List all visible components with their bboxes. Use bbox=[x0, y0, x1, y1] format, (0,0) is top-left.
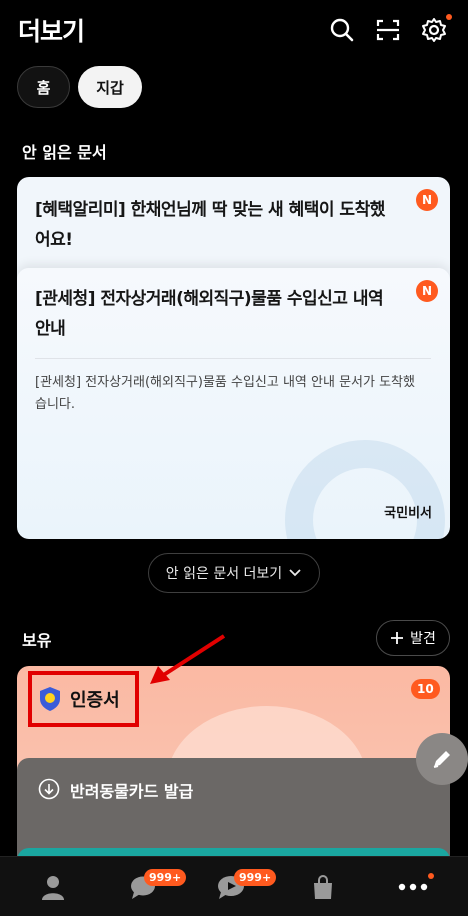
new-badge: N bbox=[416, 280, 438, 302]
holdings-section-title: 보유 bbox=[22, 631, 52, 650]
discover-label: 발견 bbox=[410, 631, 436, 647]
more-notification-dot bbox=[428, 873, 434, 879]
customs-card-body: [관세청] 전자상거래(해외직구)물품 수입신고 내역 안내 문서가 도착했습니… bbox=[35, 375, 415, 412]
more-unread-label: 안 읽은 문서 더보기 bbox=[165, 566, 283, 582]
header: 더보기 bbox=[0, 0, 468, 60]
search-icon[interactable] bbox=[326, 14, 358, 46]
video-badge: 999+ bbox=[234, 869, 277, 886]
sender-label: 국민비서 bbox=[384, 506, 432, 521]
nav-chat[interactable] bbox=[120, 857, 166, 916]
bottom-nav: 999+ 999+ bbox=[0, 856, 468, 916]
pet-card-label: 반려동물카드 발급 bbox=[70, 782, 194, 801]
chevron-down-icon bbox=[289, 569, 301, 577]
settings-notification-dot bbox=[446, 14, 452, 20]
annotation-arrow bbox=[150, 634, 226, 684]
customs-card-title: [관세청] 전자상거래(해외직구)물품 수입신고 내역 안내 bbox=[35, 289, 384, 339]
edit-fab[interactable] bbox=[416, 733, 468, 785]
shopping-bag-icon bbox=[314, 875, 332, 899]
page-title: 더보기 bbox=[18, 17, 85, 46]
tab-home[interactable]: 홈 bbox=[17, 66, 70, 108]
download-icon bbox=[38, 778, 60, 800]
nav-profile[interactable] bbox=[30, 857, 76, 916]
nav-more[interactable] bbox=[390, 857, 436, 916]
pencil-icon bbox=[433, 751, 450, 768]
person-icon bbox=[42, 876, 64, 900]
discover-button[interactable]: 발견 bbox=[376, 620, 450, 656]
more-dots-icon bbox=[398, 883, 428, 891]
certificate-count-badge: 10 bbox=[411, 679, 440, 699]
nav-video[interactable] bbox=[208, 857, 254, 916]
scan-icon[interactable] bbox=[372, 14, 404, 46]
tab-wallet[interactable]: 지갑 bbox=[78, 66, 142, 108]
new-badge: N bbox=[416, 189, 438, 211]
chat-badge: 999+ bbox=[144, 869, 187, 886]
highlight-box bbox=[28, 671, 139, 727]
unread-card-customs[interactable]: [관세청] 전자상거래(해외직구)물품 수입신고 내역 안내 N [관세청] 전… bbox=[17, 268, 450, 539]
settings-icon[interactable] bbox=[418, 14, 450, 46]
plus-icon bbox=[391, 632, 404, 644]
decorative-ring bbox=[285, 440, 445, 539]
benefit-card-title: [혜택알리미] 한채언님께 딱 맞는 새 혜택이 도착했어요! bbox=[35, 200, 385, 250]
nav-shopping[interactable] bbox=[300, 857, 346, 916]
divider bbox=[35, 358, 431, 359]
more-unread-button[interactable]: 안 읽은 문서 더보기 bbox=[148, 553, 320, 593]
unread-section-title: 안 읽은 문서 bbox=[22, 143, 107, 162]
